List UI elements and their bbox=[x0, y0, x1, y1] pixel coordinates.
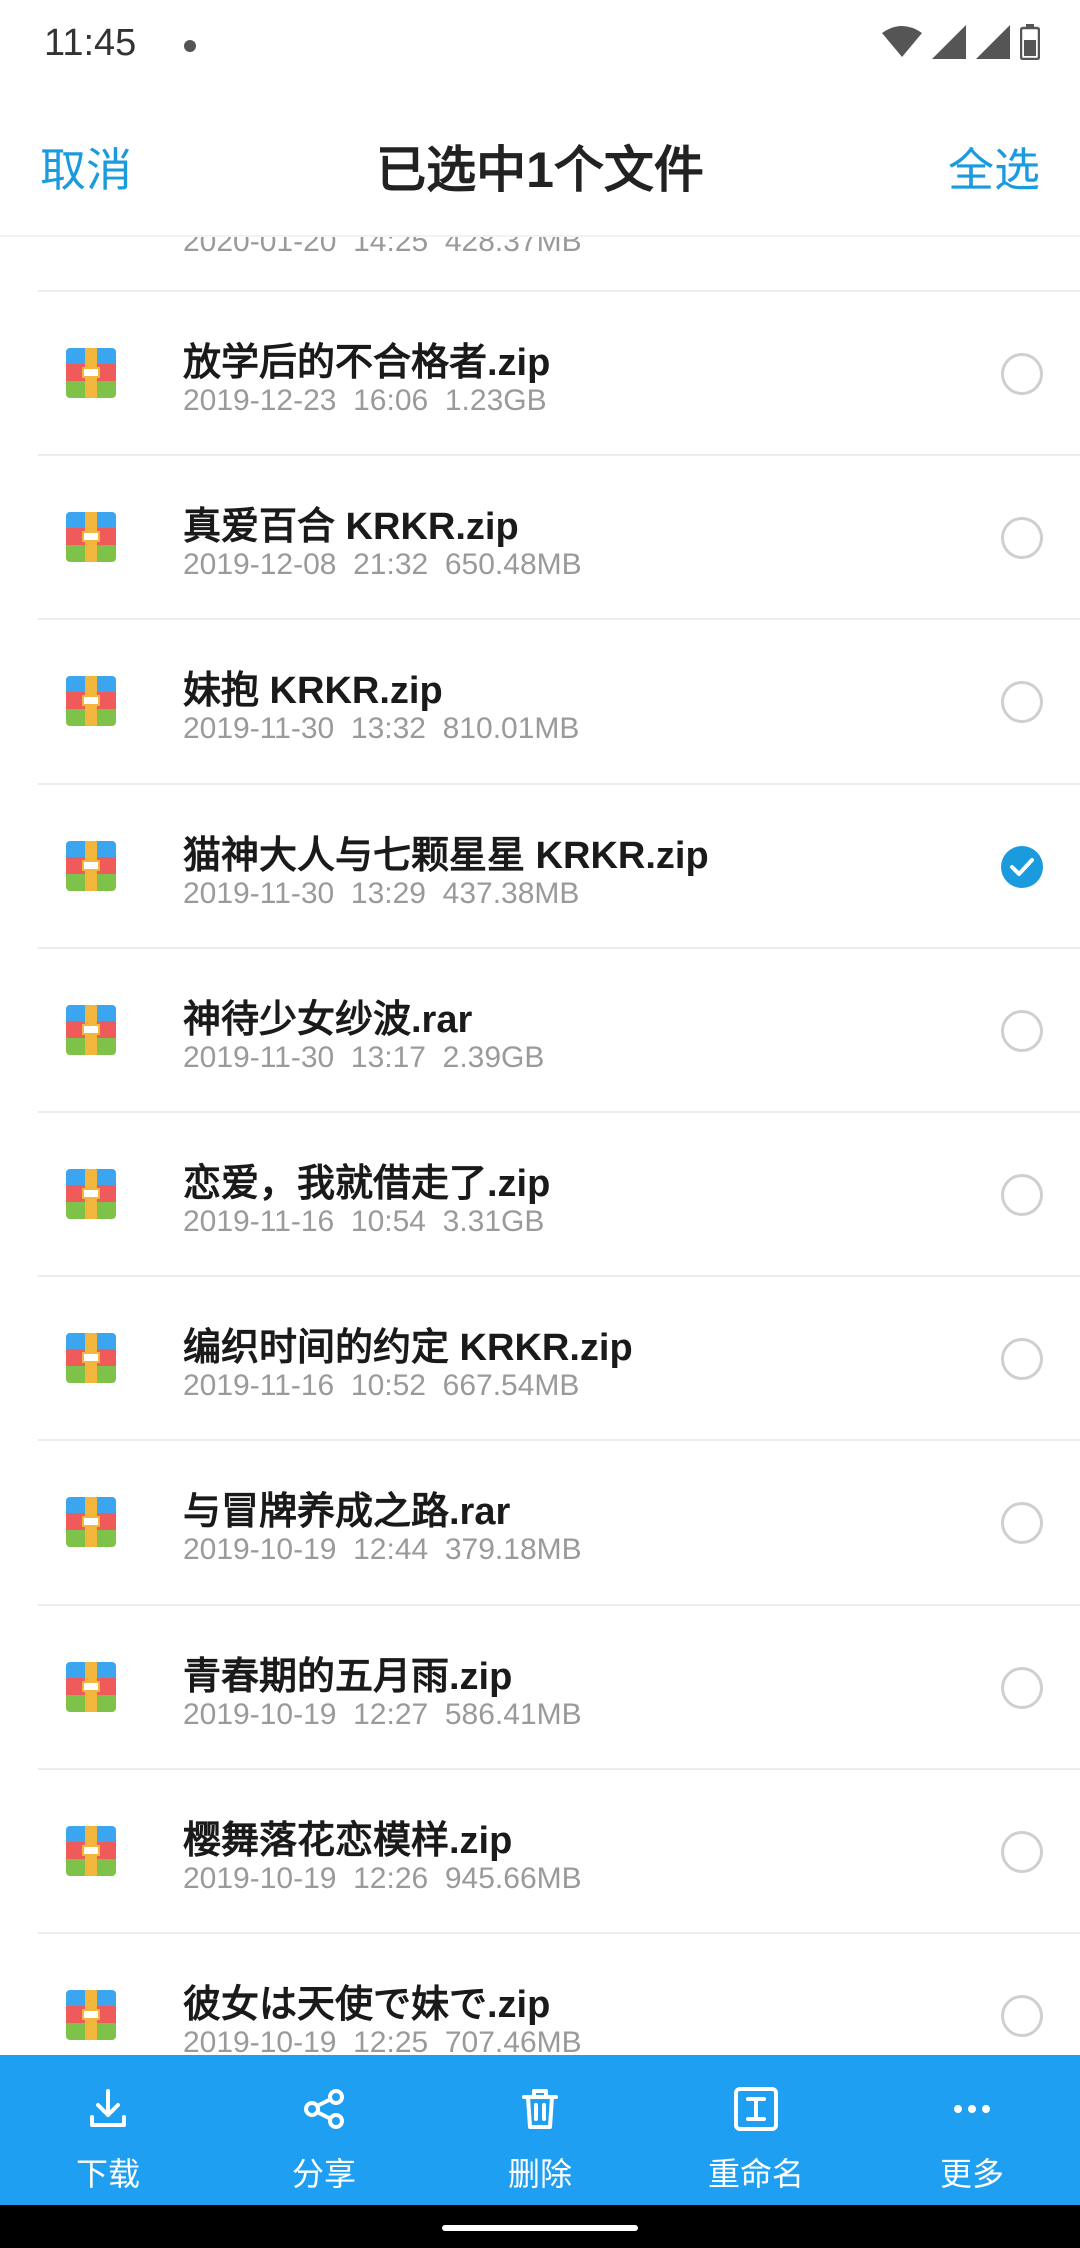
share-label: 分享 bbox=[291, 2156, 356, 2192]
battery-icon bbox=[1020, 24, 1040, 60]
checkmark-icon bbox=[1010, 857, 1034, 876]
archive-file-icon bbox=[66, 1169, 116, 1219]
wifi-icon bbox=[882, 26, 922, 57]
file-name: 神待少女纱波.rar bbox=[183, 998, 473, 1041]
file-name: 真爱百合 KRKR.zip bbox=[183, 506, 519, 549]
status-bar: 11:45 bbox=[0, 0, 1080, 90]
select-all-button[interactable]: 全选 bbox=[948, 134, 1040, 200]
rename-button[interactable]: 重命名 bbox=[648, 2055, 864, 2205]
signal-icon bbox=[932, 25, 966, 59]
selection-checkbox-checked[interactable] bbox=[1001, 845, 1043, 888]
rename-icon bbox=[734, 2087, 778, 2131]
more-dots-icon bbox=[954, 2105, 990, 2113]
selection-checkbox[interactable] bbox=[1001, 1174, 1043, 1216]
archive-file-icon bbox=[66, 676, 116, 727]
file-row[interactable]: 与冒牌养成之路.rar 2019-10-19 12:44 379.18MB bbox=[0, 1440, 1080, 1604]
file-row[interactable]: 妹抱 KRKR.zip 2019-11-30 13:32 810.01MB bbox=[0, 619, 1080, 783]
selection-checkbox[interactable] bbox=[1001, 1995, 1043, 2037]
trash-icon bbox=[522, 2089, 558, 2129]
file-name: 恋爱，我就借走了.zip bbox=[183, 1163, 551, 1205]
file-meta: 2019-10-19 12:26 945.66MB bbox=[183, 1861, 582, 1895]
file-row[interactable]: 放学后的不合格者.zip 2019-12-23 16:06 1.23GB bbox=[0, 291, 1080, 455]
top-bar-divider bbox=[0, 235, 1080, 237]
selection-checkbox[interactable] bbox=[1001, 517, 1043, 560]
page-title: 已选中1个文件 bbox=[376, 142, 704, 198]
archive-file-icon bbox=[66, 1990, 116, 2040]
file-meta: 2019-11-30 13:32 810.01MB bbox=[183, 712, 580, 746]
file-row[interactable]: 樱舞落花恋模样.zip 2019-10-19 12:26 945.66MB bbox=[0, 1769, 1080, 1933]
archive-file-icon bbox=[66, 1333, 116, 1384]
file-row[interactable]: 青春期的五月雨.zip 2019-10-19 12:27 586.41MB bbox=[0, 1605, 1080, 1769]
more-button[interactable]: 更多 bbox=[864, 2055, 1080, 2205]
archive-file-icon bbox=[66, 1004, 116, 1055]
file-meta: 2019-10-19 12:27 586.41MB bbox=[183, 1697, 582, 1731]
share-button[interactable]: 分享 bbox=[216, 2055, 432, 2205]
archive-file-icon bbox=[66, 1497, 116, 1548]
download-label: 下载 bbox=[75, 2156, 140, 2192]
file-row[interactable]: 恋爱，我就借走了.zip 2019-11-16 10:54 3.31GB bbox=[0, 1112, 1080, 1276]
file-list[interactable]: 2020-01-20 14:25 428.37MB 放学后的不合格者.zip 20… bbox=[0, 0, 1080, 2055]
file-name: 青春期的五月雨.zip bbox=[183, 1655, 513, 1698]
file-row[interactable]: 神待少女纱波.rar 2019-11-30 13:17 2.39GB bbox=[0, 948, 1080, 1112]
status-time: 11:45 bbox=[44, 22, 137, 64]
file-meta: 2019-12-08 21:32 650.48MB bbox=[183, 548, 582, 582]
archive-file-icon bbox=[66, 348, 116, 398]
rename-label: 重命名 bbox=[707, 2156, 804, 2192]
file-row[interactable]: 彼女は天使で妹で.zip 2019-10-19 12:25 707.46MB bbox=[0, 1933, 1080, 2055]
file-name: 编织时间的约定 KRKR.zip bbox=[183, 1327, 633, 1370]
selection-checkbox[interactable] bbox=[1001, 681, 1043, 724]
archive-file-icon bbox=[66, 1661, 116, 1712]
file-meta: 2019-10-19 12:44 379.18MB bbox=[183, 1533, 582, 1567]
home-gesture-handle[interactable] bbox=[442, 2225, 638, 2231]
selection-checkbox[interactable] bbox=[1001, 1009, 1043, 1052]
file-meta: 2019-10-19 12:25 707.46MB bbox=[183, 2026, 582, 2055]
signal-secondary-icon bbox=[976, 25, 1010, 59]
file-name: 彼女は天使で妹で.zip bbox=[183, 1984, 551, 2026]
delete-button[interactable]: 删除 bbox=[432, 2055, 648, 2205]
archive-file-icon bbox=[66, 1825, 116, 1876]
file-row[interactable]: 猫神大人与七颗星星 KRKR.zip 2019-11-30 13:29 437.3… bbox=[0, 784, 1080, 948]
selection-top-bar: 取消 已选中1个文件 全选 bbox=[0, 90, 1080, 235]
status-icons bbox=[882, 24, 1040, 60]
file-name: 妹抱 KRKR.zip bbox=[183, 670, 443, 713]
notification-dot-icon bbox=[184, 40, 196, 52]
file-meta: 2019-11-16 10:52 667.54MB bbox=[183, 1369, 580, 1403]
download-button[interactable]: 下载 bbox=[0, 2055, 216, 2205]
file-meta: 2019-11-16 10:54 3.31GB bbox=[183, 1205, 545, 1238]
share-icon bbox=[304, 2089, 344, 2129]
navigation-bar bbox=[0, 2205, 1080, 2248]
selection-checkbox[interactable] bbox=[1001, 353, 1043, 395]
file-name: 樱舞落花恋模样.zip bbox=[183, 1819, 513, 1862]
file-meta: 2019-12-23 16:06 1.23GB bbox=[183, 384, 547, 417]
delete-label: 删除 bbox=[507, 2156, 572, 2192]
selection-checkbox[interactable] bbox=[1001, 1666, 1043, 1709]
archive-file-icon bbox=[66, 840, 116, 891]
more-label: 更多 bbox=[939, 2156, 1004, 2192]
download-icon bbox=[90, 2089, 126, 2127]
file-meta: 2019-11-30 13:17 2.39GB bbox=[183, 1040, 545, 1074]
action-toolbar: 下载 分享 删除 重命名 更多 bbox=[0, 2055, 1080, 2205]
file-meta: 2019-11-30 13:29 437.38MB bbox=[183, 876, 580, 910]
archive-file-icon bbox=[66, 512, 116, 563]
file-row[interactable]: 编织时间的约定 KRKR.zip 2019-11-16 10:52 667.54M… bbox=[0, 1276, 1080, 1440]
file-name: 猫神大人与七颗星星 KRKR.zip bbox=[183, 834, 709, 877]
selection-checkbox[interactable] bbox=[1001, 1338, 1043, 1381]
selection-checkbox[interactable] bbox=[1001, 1502, 1043, 1545]
file-name: 与冒牌养成之路.rar bbox=[183, 1491, 511, 1534]
file-row[interactable]: 真爱百合 KRKR.zip 2019-12-08 21:32 650.48MB bbox=[0, 455, 1080, 619]
selection-checkbox[interactable] bbox=[1001, 1830, 1043, 1873]
file-name: 放学后的不合格者.zip bbox=[183, 342, 551, 384]
